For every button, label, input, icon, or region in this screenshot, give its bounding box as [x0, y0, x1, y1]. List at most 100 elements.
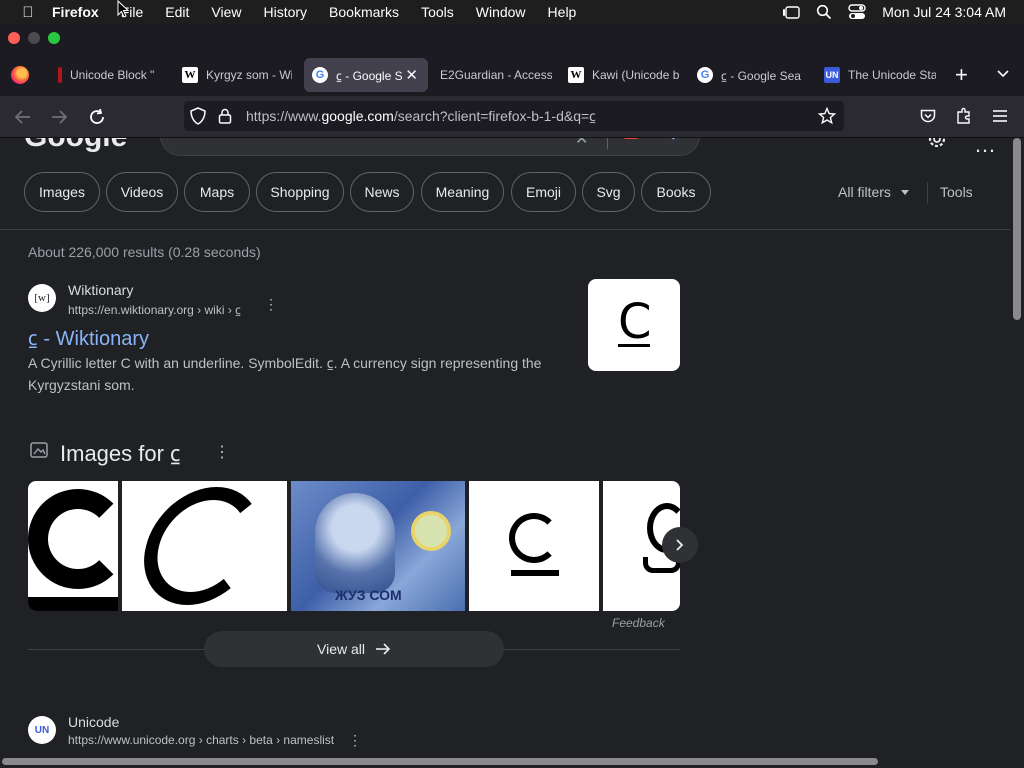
new-tab-icon[interactable]: + — [955, 62, 968, 88]
filter-chip-meaning[interactable]: Meaning — [421, 172, 504, 212]
search-magnifier-icon[interactable] — [666, 138, 678, 140]
tools-button[interactable]: Tools — [940, 184, 973, 200]
som-sign-glyph: C — [618, 294, 652, 350]
banknote-text: ЖУЗ СОМ — [335, 587, 402, 603]
url-prefix: https://www. — [246, 107, 322, 124]
firefox-view-icon[interactable] — [11, 66, 29, 84]
menu-tools[interactable]: Tools — [421, 4, 454, 20]
filter-chip-videos[interactable]: Videos — [106, 172, 178, 212]
tab-kyrgyz-som[interactable]: W Kyrgyz som - Wi — [182, 58, 292, 92]
navigation-toolbar: https://www.google.com/search?client=fir… — [0, 96, 1024, 138]
minimize-window-button[interactable] — [28, 32, 40, 44]
result-breadcrumb[interactable]: https://en.wiktionary.org › wiki › ⃀ — [68, 301, 241, 318]
filter-chip-books[interactable]: Books — [641, 172, 711, 212]
stage-manager-icon[interactable] — [782, 5, 800, 19]
extensions-puzzle-icon[interactable] — [956, 107, 972, 125]
search-by-image-icon[interactable] — [623, 138, 639, 139]
result-breadcrumb[interactable]: https://www.unicode.org › charts › beta … — [68, 733, 334, 747]
view-all-label: View all — [317, 641, 365, 657]
menu-window[interactable]: Window — [476, 4, 526, 20]
tracking-protection-shield-icon[interactable] — [190, 107, 206, 125]
close-window-button[interactable] — [8, 32, 20, 44]
site-favicon-wiktionary[interactable]: [w] — [28, 284, 56, 312]
filter-chip-images[interactable]: Images — [24, 172, 100, 212]
url-bar[interactable]: https://www.google.com/search?client=fir… — [184, 101, 844, 131]
window-title-bar — [0, 24, 1024, 54]
url-text[interactable]: https://www.google.com/search?client=fir… — [246, 107, 596, 126]
image-thumb-2[interactable] — [122, 481, 287, 611]
image-thumb-banknote[interactable]: ЖУЗ СОМ — [291, 481, 465, 611]
bookmark-star-icon[interactable] — [818, 107, 836, 125]
forward-arrow-icon[interactable] — [50, 109, 68, 125]
tab-unicode-block[interactable]: Unicode Block " — [50, 58, 162, 92]
banknote-portrait — [315, 493, 395, 593]
vertical-scroll-thumb[interactable] — [1013, 138, 1021, 320]
menu-edit[interactable]: Edit — [165, 4, 189, 20]
result-more-options-icon[interactable]: ⋮ — [348, 732, 362, 749]
wikipedia-icon: W — [182, 67, 198, 83]
tab-unicode-standard[interactable]: UN The Unicode Sta — [824, 58, 936, 92]
menu-help[interactable]: Help — [548, 4, 577, 20]
horizontal-scrollbar[interactable] — [0, 756, 1024, 768]
tab-e2guardian[interactable]: E2Guardian - Access — [440, 58, 552, 92]
chevron-right-icon — [676, 539, 684, 551]
url-path: /search?client=firefox-b-1-d&q=⃀ — [393, 107, 597, 124]
google-logo[interactable]: Google — [24, 138, 127, 154]
settings-gear-icon[interactable] — [926, 138, 948, 150]
vertical-scrollbar[interactable] — [1010, 138, 1024, 756]
hamburger-menu-icon[interactable] — [992, 109, 1008, 123]
result-more-options-icon[interactable]: ⋮ — [264, 297, 278, 311]
menu-bar-clock[interactable]: Mon Jul 24 3:04 AM — [882, 4, 1006, 20]
filter-chip-emoji[interactable]: Emoji — [511, 172, 576, 212]
menu-app-name[interactable]: Firefox — [52, 4, 99, 20]
google-apps-icon[interactable]: … — [974, 138, 997, 158]
result-thumbnail[interactable]: C — [588, 279, 680, 371]
filter-chip-svg[interactable]: Svg — [582, 172, 635, 212]
clear-search-icon[interactable]: ✕ — [575, 138, 588, 149]
unicode-icon: UN — [824, 67, 840, 83]
tab-google-search-active[interactable]: G ⃀ - Google S ✕ — [304, 58, 428, 92]
images-carousel-next-button[interactable] — [662, 527, 698, 563]
images-more-options-icon[interactable]: ⋮ — [214, 442, 230, 462]
horizontal-scroll-thumb[interactable] — [2, 758, 878, 765]
tab-bar: Unicode Block " W Kyrgyz som - Wi G ⃀ - … — [0, 54, 1024, 96]
tab-google-search-2[interactable]: G ⃀ - Google Sea — [697, 58, 809, 92]
site-name[interactable]: Unicode — [68, 714, 119, 730]
image-thumb-1[interactable] — [28, 481, 118, 611]
image-section-icon — [30, 442, 48, 458]
filter-chip-news[interactable]: News — [350, 172, 414, 212]
search-divider — [607, 138, 608, 149]
view-all-images-button[interactable]: View all — [204, 631, 504, 667]
lock-icon[interactable] — [218, 108, 232, 124]
search-box[interactable]: ✕ — [160, 138, 700, 156]
tab-kawi-unicode[interactable]: W Kawi (Unicode b — [568, 58, 680, 92]
spotlight-search-icon[interactable] — [816, 4, 832, 20]
all-filters-label: All filters — [838, 184, 891, 200]
control-center-icon[interactable] — [848, 4, 866, 20]
filter-chip-maps[interactable]: Maps — [184, 172, 250, 212]
close-tab-icon[interactable]: ✕ — [405, 66, 418, 84]
all-filters-dropdown[interactable]: All filters — [838, 184, 909, 200]
images-feedback-link[interactable]: Feedback — [612, 616, 665, 630]
image-thumb-4[interactable] — [469, 481, 599, 611]
zoom-window-button[interactable] — [48, 32, 60, 44]
pocket-icon[interactable] — [920, 108, 936, 124]
result-stats: About 226,000 results (0.28 seconds) — [28, 244, 261, 260]
images-heading: Images for ⃀ — [60, 441, 181, 466]
back-arrow-icon[interactable] — [14, 109, 32, 125]
reload-icon[interactable] — [88, 108, 106, 126]
menu-bookmarks[interactable]: Bookmarks — [329, 4, 399, 20]
apple-menu-icon[interactable]:  — [18, 4, 38, 21]
result-title-link[interactable]: ⃀ - Wiktionary — [28, 324, 149, 351]
menu-history[interactable]: History — [263, 4, 307, 20]
site-name[interactable]: Wiktionary — [68, 282, 133, 298]
dropdown-triangle-icon — [900, 189, 909, 195]
chips-divider-line — [0, 229, 1010, 230]
list-all-tabs-icon[interactable] — [996, 66, 1010, 84]
filter-chip-shopping[interactable]: Shopping — [256, 172, 344, 212]
filters-divider — [927, 182, 928, 204]
menu-view[interactable]: View — [211, 4, 241, 20]
url-domain: google.com — [321, 107, 394, 124]
macos-menu-bar:  Firefox File Edit View History Bookmar… — [0, 0, 1024, 24]
site-favicon-unicode[interactable]: UN — [28, 716, 56, 744]
